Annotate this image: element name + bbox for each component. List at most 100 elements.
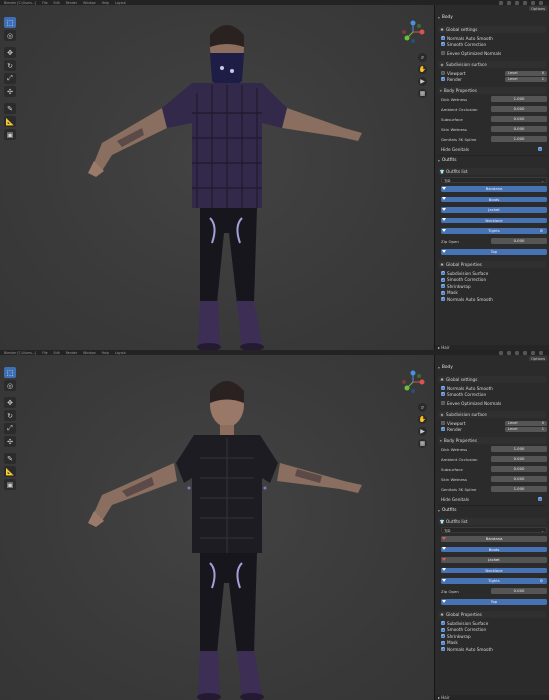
rotate-icon[interactable]: ↻ [4, 410, 16, 421]
outfit-boots-button[interactable]: Boots [441, 546, 547, 552]
skin-wetness-field[interactable]: 0.000 [491, 476, 547, 482]
render-shading-icon[interactable] [539, 350, 543, 355]
render-level-field[interactable]: Level 1 [505, 426, 547, 432]
workspace-layout[interactable]: Layout [115, 1, 126, 5]
character-model-vest[interactable] [82, 363, 382, 700]
move-icon[interactable]: ✥ [4, 47, 16, 58]
render-shading-icon[interactable] [539, 0, 543, 5]
cursor-icon[interactable]: ◎ [4, 380, 16, 391]
outfit-jacket-button[interactable]: Jacket [441, 207, 547, 213]
checkbox-checked[interactable]: ✓ [441, 634, 445, 638]
grid-icon[interactable]: ▦ [418, 89, 427, 98]
body-properties-header[interactable]: ▾ Body Properties [438, 437, 546, 444]
checkbox-unchecked[interactable] [441, 71, 445, 75]
checkbox-checked[interactable]: ✓ [538, 147, 542, 151]
checkbox-checked[interactable]: ✓ [441, 42, 445, 46]
checkbox-checked[interactable]: ✓ [441, 392, 445, 396]
zip-open-field[interactable]: 0.000 [491, 238, 547, 244]
camera-icon[interactable]: ▶ [418, 427, 427, 436]
zip-open-field[interactable]: 0.000 [491, 588, 547, 594]
outfit-bandana-button[interactable]: Bandana [441, 536, 547, 542]
character-model-plaid[interactable] [82, 13, 382, 350]
checkbox-checked[interactable]: ✓ [441, 427, 445, 431]
gear-icon[interactable]: ⚙ [540, 578, 543, 584]
smooth-correction-row[interactable]: ✓ Smooth Correction [441, 41, 546, 47]
outfit-top-button[interactable]: Top [441, 249, 547, 255]
section-outfits[interactable]: ▾ Outfits [438, 158, 457, 163]
smooth-correction-row[interactable]: ✓ Smooth Correction [441, 391, 546, 397]
section-hair[interactable]: ▸ Hair [435, 695, 549, 700]
global-prop-row[interactable]: ✓ Mask [441, 640, 546, 646]
outfit-top-button[interactable]: Top [441, 599, 547, 605]
shading-icon[interactable] [499, 0, 503, 5]
overlay-icon[interactable] [507, 350, 511, 355]
3d-viewport[interactable]: ⬚ ◎ ✥ ↻ ⤢ ✣ ✎ 📐 ▣ ⌕ ✋ ▶ ▦ [0, 355, 434, 700]
dick-wetness-field[interactable]: 1.000 [491, 446, 547, 452]
section-body[interactable]: ▾ Body [438, 365, 453, 370]
dick-wetness-field[interactable]: 1.000 [491, 96, 547, 102]
checkbox-checked[interactable]: ✓ [441, 290, 445, 295]
select-box-icon[interactable]: ⬚ [4, 367, 16, 378]
global-prop-row[interactable]: ✓ Mask [441, 290, 546, 296]
annotate-icon[interactable]: ✎ [4, 453, 16, 464]
outfit-jacket-button[interactable]: Jacket [441, 557, 547, 563]
xray-icon[interactable] [515, 0, 519, 5]
checkbox-checked[interactable]: ✓ [441, 647, 445, 651]
options-button[interactable]: Options [529, 6, 547, 11]
zoom-icon[interactable]: ⌕ [418, 403, 427, 412]
checkbox-checked[interactable]: ✓ [538, 497, 542, 501]
rotate-icon[interactable]: ↻ [4, 60, 16, 71]
global-properties-header[interactable]: ✱ Global Properties [438, 261, 546, 268]
checkbox-checked[interactable]: ✓ [441, 277, 445, 282]
add-cube-icon[interactable]: ▣ [4, 129, 16, 140]
section-body[interactable]: ▾ Body [438, 15, 453, 20]
global-prop-row[interactable]: ✓ Smooth Correction [441, 277, 546, 283]
checkbox-checked[interactable]: ✓ [441, 386, 445, 390]
outfits-list-header[interactable]: 👕 Outfits list [438, 518, 546, 525]
cursor-icon[interactable]: ◎ [4, 30, 16, 41]
grid-icon[interactable]: ▦ [418, 439, 427, 448]
outfit-preset-dropdown[interactable]: TJD ⌄ [441, 527, 547, 533]
global-prop-row[interactable]: ✓ Normals Auto Smooth [441, 296, 546, 302]
measure-icon[interactable]: 📐 [4, 466, 16, 477]
menu-window[interactable]: Window [83, 1, 96, 5]
outfit-tights-button[interactable]: Tights ⚙ [441, 578, 547, 584]
checkbox-checked[interactable]: ✓ [441, 271, 445, 275]
zoom-icon[interactable]: ⌕ [418, 53, 427, 62]
outfit-tights-button[interactable]: Tights ⚙ [441, 228, 547, 234]
outfit-necklace-button[interactable]: Necklace [441, 567, 547, 573]
subdivision-surface-header[interactable]: ◈ Subdivision surface [438, 61, 546, 68]
ambient-occlusion-field[interactable]: 0.000 [491, 106, 547, 112]
outfit-necklace-button[interactable]: Necklace [441, 217, 547, 223]
genitals-spline-field[interactable]: 1.000 [491, 486, 547, 492]
genitals-spline-field[interactable]: 1.000 [491, 136, 547, 142]
menu-edit[interactable]: Edit [54, 1, 60, 5]
hand-icon[interactable]: ✋ [418, 65, 427, 74]
menu-help[interactable]: Help [102, 1, 109, 5]
material-shading-icon[interactable] [531, 350, 535, 355]
outfit-bandana-button[interactable]: Bandana [441, 186, 547, 192]
section-outfits[interactable]: ▾ Outfits [438, 508, 457, 513]
checkbox-checked[interactable]: ✓ [441, 621, 445, 625]
subsurface-field[interactable]: 0.000 [491, 466, 547, 472]
measure-icon[interactable]: 📐 [4, 116, 16, 127]
viewport-level-field[interactable]: Level 0 [505, 420, 547, 426]
menu-file[interactable]: File [42, 351, 47, 355]
viewport-level-field[interactable]: Level 0 [505, 70, 547, 76]
select-box-icon[interactable]: ⬚ [4, 17, 16, 28]
global-prop-row[interactable]: ✓ Shrinkwrap [441, 283, 546, 289]
menu-render[interactable]: Render [66, 1, 77, 5]
menu-edit[interactable]: Edit [54, 351, 60, 355]
global-settings-header[interactable]: ✱ Global settings [438, 376, 546, 383]
navigation-gizmo[interactable] [400, 369, 426, 395]
xray-icon[interactable] [515, 350, 519, 355]
global-prop-row[interactable]: ✓ Smooth Correction [441, 627, 546, 633]
outfit-preset-dropdown[interactable]: TJD ⌄ [441, 177, 547, 183]
checkbox-checked[interactable]: ✓ [441, 36, 445, 40]
checkbox-checked[interactable]: ✓ [441, 640, 445, 645]
solid-shading-icon[interactable] [523, 350, 527, 355]
scale-icon[interactable]: ⤢ [4, 73, 16, 84]
checkbox-unchecked[interactable] [441, 401, 445, 405]
skin-wetness-field[interactable]: 0.000 [491, 126, 547, 132]
scale-icon[interactable]: ⤢ [4, 423, 16, 434]
